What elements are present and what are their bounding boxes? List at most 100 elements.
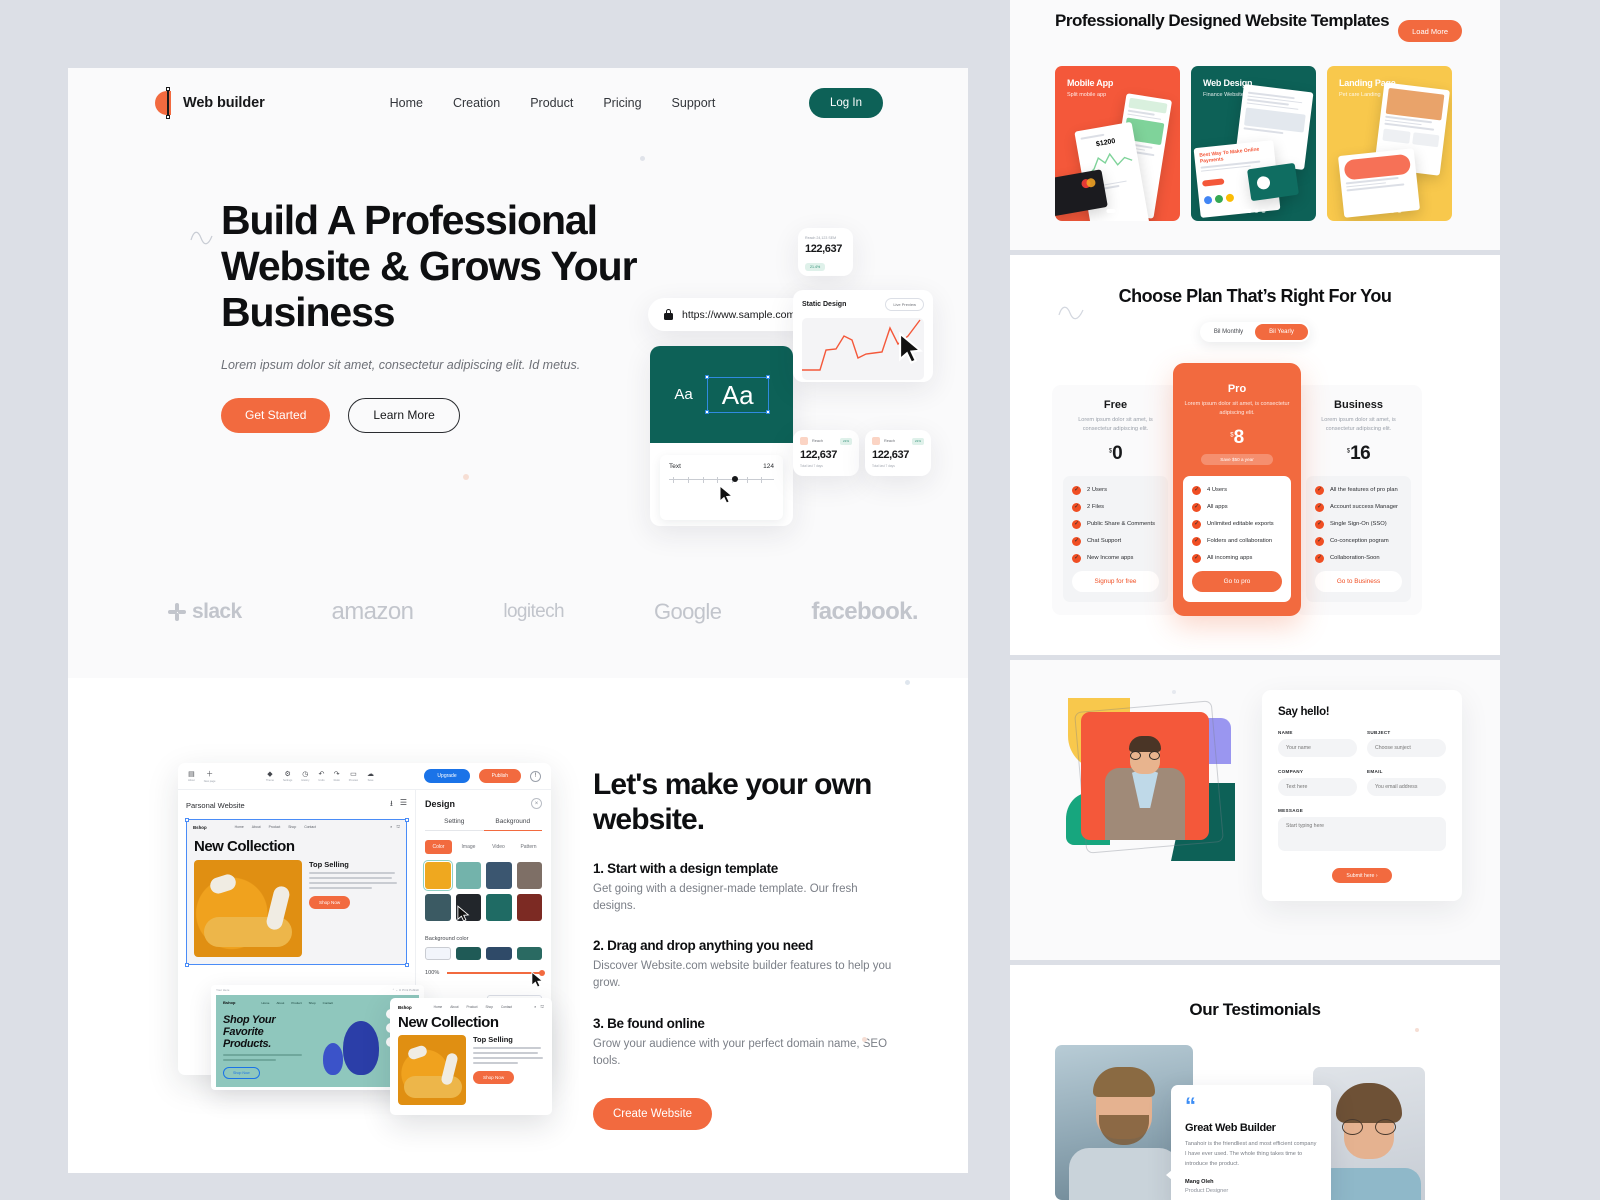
bg-swatch[interactable]: [425, 947, 451, 960]
toolbar-theme-icon[interactable]: ◆ Theme: [266, 770, 274, 782]
site-nav-item[interactable]: Product: [467, 1005, 478, 1009]
opacity-slider[interactable]: [447, 969, 545, 976]
step-body: Grow your audience with your perfect dom…: [593, 1037, 888, 1067]
template-carousel-dots[interactable]: [1106, 209, 1129, 213]
color-swatch[interactable]: [516, 862, 542, 889]
site-nav-item[interactable]: Contact: [501, 1005, 512, 1009]
search-icon[interactable]: ⌕: [534, 1004, 536, 1010]
toolbar-redo-icon[interactable]: ↷ Redo: [334, 770, 340, 782]
menu-icon[interactable]: ☰: [400, 798, 407, 812]
color-swatch[interactable]: [422, 859, 453, 892]
search-icon[interactable]: ⌕: [390, 824, 392, 830]
site-nav-item[interactable]: Product: [269, 825, 281, 829]
learn-more-button[interactable]: Learn More: [348, 397, 460, 433]
cart-icon[interactable]: ⛫: [396, 824, 400, 830]
bg-swatch[interactable]: [455, 947, 481, 960]
nav-item-home[interactable]: Home: [390, 96, 423, 110]
message-textarea[interactable]: [1278, 817, 1446, 851]
step-title: 2. Drag and drop anything you need: [593, 938, 814, 954]
shop-now-button[interactable]: Shop Now: [473, 1071, 515, 1084]
brand-logo[interactable]: Web builder: [153, 87, 265, 119]
font-selection-box[interactable]: Aa: [705, 375, 771, 414]
site-nav-item[interactable]: About: [276, 1001, 284, 1005]
cart-icon[interactable]: ⛫: [540, 1004, 544, 1010]
template-card-web-design[interactable]: Web Design Finance Website Best Way To M…: [1191, 66, 1316, 221]
toolbar-file-icon[interactable]: ▤ About: [188, 770, 195, 782]
check-icon: ✓: [1192, 553, 1201, 563]
billing-toggle[interactable]: Bil Monthly Bil Yearly: [1200, 321, 1310, 342]
site-nav-item[interactable]: Home: [261, 1001, 269, 1005]
upgrade-button[interactable]: Upgrade: [424, 769, 470, 783]
segment-color[interactable]: Color: [425, 840, 452, 854]
toolbar-history-icon[interactable]: ◷ History: [301, 770, 309, 782]
tab-setting[interactable]: Setting: [425, 818, 484, 831]
shop-now-button[interactable]: Shop Now: [223, 1067, 260, 1080]
toolbar-save-icon[interactable]: ☁ Save: [367, 770, 374, 782]
toolbar-undo-icon[interactable]: ↶ Undo: [318, 770, 324, 782]
plan-cta-pro[interactable]: Go to pro: [1192, 570, 1282, 592]
download-icon[interactable]: ⭳: [390, 798, 393, 812]
nav-item-support[interactable]: Support: [672, 96, 716, 110]
check-icon: ✓: [1315, 485, 1324, 495]
tab-background[interactable]: Background: [483, 818, 542, 831]
color-swatch[interactable]: [455, 862, 481, 889]
site-nav-item[interactable]: About: [450, 1005, 458, 1009]
product-image: [194, 860, 302, 957]
toolbar-preview-icon[interactable]: ▭ Preview: [349, 770, 358, 782]
nav-item-pricing[interactable]: Pricing: [603, 96, 641, 110]
toolbar-plus-icon[interactable]: ＋ New page: [204, 769, 216, 783]
template-card-landing-page[interactable]: Landing Page Pet care Landing: [1327, 66, 1452, 221]
billing-yearly[interactable]: Bil Yearly: [1255, 323, 1308, 340]
pricing-plans: Free Lorem ipsum dolor sit amet, is cons…: [1052, 363, 1422, 616]
site-nav-item[interactable]: Home: [235, 825, 244, 829]
bg-swatch[interactable]: [486, 947, 512, 960]
site-nav-item[interactable]: Shop: [288, 825, 296, 829]
segment-image[interactable]: Image: [455, 840, 482, 854]
color-swatch[interactable]: [425, 894, 451, 921]
canvas-selected-site[interactable]: Bshop Home About Product Shop Contact ⌕ ⛫: [184, 817, 409, 967]
site-nav-item[interactable]: About: [252, 825, 261, 829]
site-nav-item[interactable]: Home: [434, 1005, 443, 1009]
bg-swatch[interactable]: [516, 947, 542, 960]
nav-item-creation[interactable]: Creation: [453, 96, 500, 110]
site-nav-item[interactable]: Contact: [304, 825, 316, 829]
slider-handle[interactable]: [732, 476, 738, 482]
create-website-button[interactable]: Create Website: [593, 1098, 713, 1131]
template-carousel-dots[interactable]: [1242, 209, 1265, 213]
lock-icon: [664, 309, 673, 320]
site-nav-item[interactable]: Product: [291, 1001, 301, 1005]
shop-now-button[interactable]: Shop Now: [309, 896, 351, 909]
get-started-button[interactable]: Get Started: [221, 397, 331, 433]
check-icon: ✓: [1072, 485, 1081, 495]
site-nav-item[interactable]: Contact: [323, 1001, 333, 1005]
segment-pattern[interactable]: Pattern: [515, 840, 542, 854]
subject-input[interactable]: [1367, 739, 1446, 757]
color-swatch[interactable]: [486, 862, 512, 889]
publish-button[interactable]: Publish: [478, 769, 522, 783]
email-input[interactable]: [1367, 778, 1446, 796]
toolbar-settings-icon[interactable]: ⚙ Settings: [283, 770, 292, 782]
plan-feature: Single Sign-On (SSO): [1330, 521, 1387, 528]
name-input[interactable]: [1278, 739, 1357, 757]
template-card-mobile-app[interactable]: Mobile App Split mobile app $1200: [1055, 66, 1180, 221]
site-nav-item[interactable]: Shop: [486, 1005, 493, 1009]
nav-item-product[interactable]: Product: [530, 96, 573, 110]
info-icon[interactable]: !: [530, 770, 542, 782]
close-icon[interactable]: ×: [531, 798, 542, 809]
product-text-lines: [309, 872, 399, 889]
segment-video[interactable]: Video: [485, 840, 512, 854]
plan-cta-business[interactable]: Go to Business: [1315, 570, 1402, 592]
load-more-button[interactable]: Load More: [1398, 20, 1462, 42]
template-carousel-dots[interactable]: [1378, 209, 1401, 213]
color-swatch[interactable]: [516, 894, 542, 921]
billing-monthly[interactable]: Bil Monthly: [1202, 324, 1255, 340]
company-input[interactable]: [1278, 778, 1357, 796]
live-preview-button[interactable]: Live Preview: [885, 298, 924, 311]
brand-logo-facebook: facebook.: [811, 598, 918, 625]
site-nav-item[interactable]: Shop: [309, 1001, 316, 1005]
submit-button[interactable]: Submit here ›: [1332, 868, 1392, 883]
color-swatch[interactable]: [486, 894, 512, 921]
panel-title: Design: [425, 798, 456, 809]
plan-cta-free[interactable]: Signup for free: [1072, 570, 1159, 592]
login-button[interactable]: Log In: [809, 88, 883, 118]
